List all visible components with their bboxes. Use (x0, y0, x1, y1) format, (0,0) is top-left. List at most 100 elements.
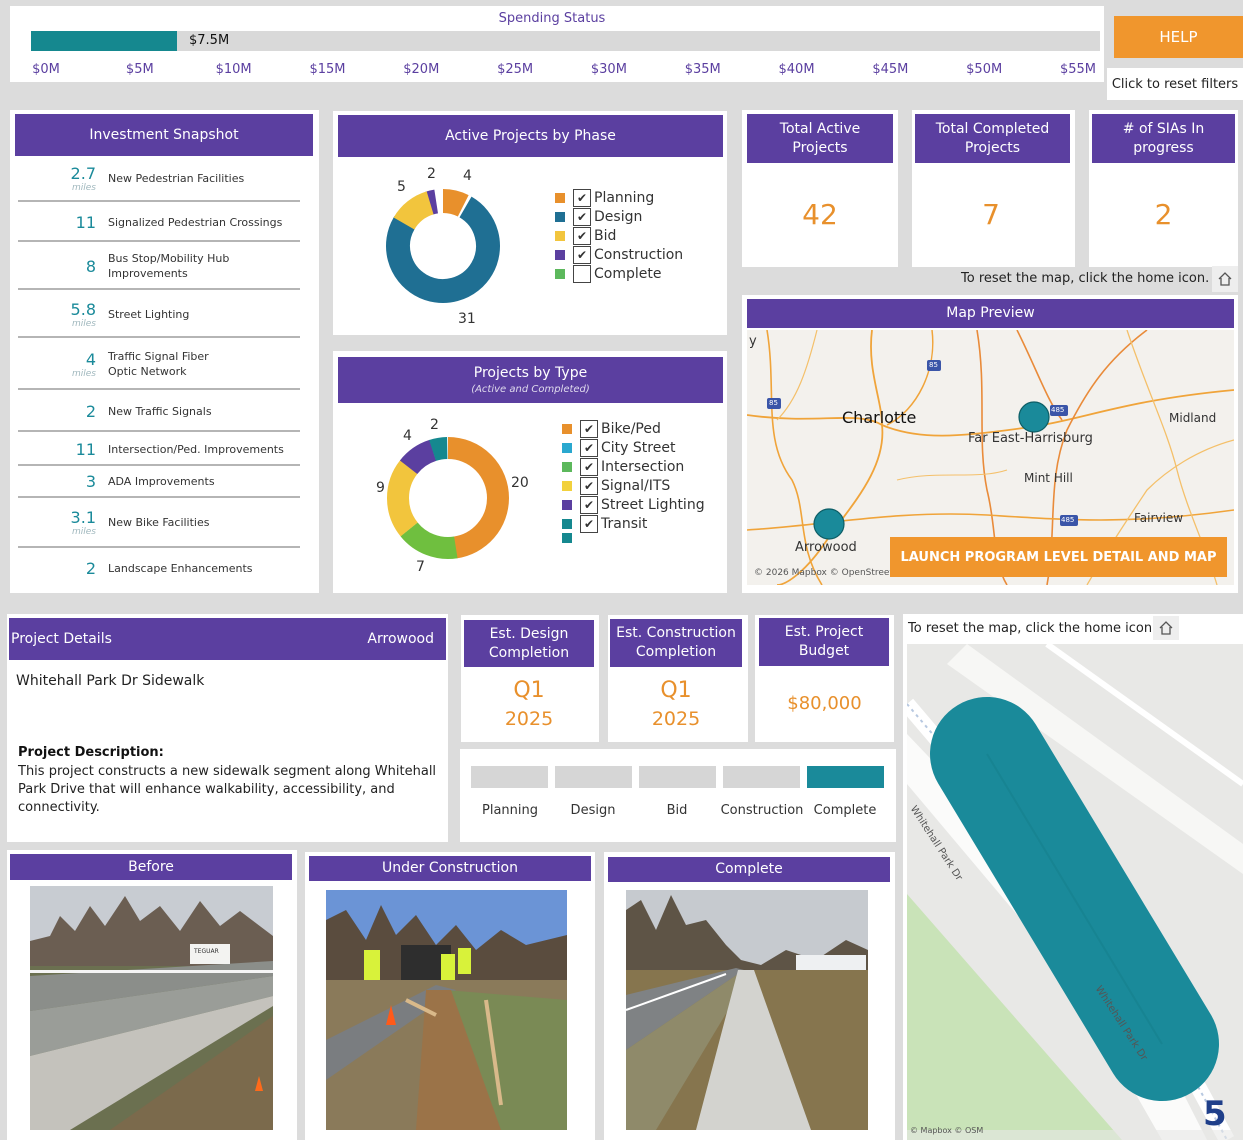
kpi-sias: # of SIAs In progress 2 (1089, 110, 1238, 267)
snapshot-value: 2 (18, 561, 108, 577)
investment-snapshot-title: Investment Snapshot (15, 114, 313, 156)
type-legend-item[interactable]: ✔ Intersection (562, 458, 684, 476)
map-shield-485a: 485 (1051, 406, 1065, 414)
snapshot-row: 11 Intersection/Ped. Improvements (18, 436, 300, 466)
snapshot-number: 3 (85, 472, 96, 491)
detail-map-attribution: © Mapbox © OSM (910, 1126, 984, 1135)
legend-checkbox[interactable] (573, 265, 591, 283)
snapshot-number: 5.8 (70, 299, 96, 319)
help-button[interactable]: HELP (1114, 16, 1243, 58)
map-attribution: © 2026 Mapbox © OpenStreetMap (754, 568, 912, 578)
detail-map-panel: To reset the map, click the home icon. W… (903, 614, 1243, 1140)
snapshot-label: Street Lighting (108, 307, 190, 321)
page-number: 5 (1203, 1094, 1227, 1134)
legend-label: Bike/Ped (601, 421, 661, 437)
snapshot-unit: miles (72, 526, 96, 537)
investment-snapshot-panel: Investment Snapshot 2.7 miles New Pedestri… (10, 110, 319, 593)
snapshot-value: 8 (18, 259, 108, 275)
project-description: This project constructs a new sidewalk s… (18, 764, 437, 816)
type-legend-item[interactable]: ✔ Signal/ITS (562, 477, 670, 495)
phase-legend-item[interactable]: Complete (555, 265, 661, 283)
snapshot-row: 8 Bus Stop/Mobility Hub Improvements (18, 246, 300, 290)
spending-axis-tick: $35M (684, 62, 721, 77)
legend-checkbox[interactable]: ✔ (580, 515, 598, 533)
map-label-charlotte: Charlotte (842, 408, 917, 427)
type-legend-item[interactable]: ✔ Transit (562, 515, 647, 533)
snapshot-value: 3 (18, 474, 108, 490)
type-legend-item[interactable]: ✔ City Street (562, 439, 675, 457)
phase-legend-item[interactable]: ✔ Planning (555, 189, 654, 207)
legend-checkbox[interactable]: ✔ (573, 189, 591, 207)
snapshot-label: Traffic Signal Fiber Optic Network (108, 350, 209, 378)
photo-construction-image[interactable] (326, 890, 567, 1130)
snapshot-number: 2 (85, 402, 96, 421)
snapshot-row: 11 Signalized Pedestrian Crossings (18, 206, 300, 242)
phase-legend-item[interactable]: ✔ Design (555, 208, 642, 226)
est-budget-value: $80,000 (787, 693, 862, 714)
map-shield-85b: 85 (769, 399, 778, 407)
type-legend-item[interactable]: ✔ Bike/Ped (562, 420, 661, 438)
detail-map-canvas[interactable]: Whitehall Park Dr Whitehall Park Dr © Ma… (907, 644, 1243, 1140)
phase-legend-item[interactable]: ✔ Construction (555, 246, 683, 264)
home-icon[interactable] (1212, 266, 1238, 292)
detail-home-icon[interactable] (1153, 616, 1179, 640)
photo-before-title: Before (10, 854, 292, 880)
phase-step-bar (807, 766, 884, 788)
legend-swatch (562, 533, 572, 543)
photo-complete-image[interactable] (626, 890, 868, 1130)
snapshot-number: 8 (85, 257, 96, 276)
project-details-title: Project Details (11, 631, 112, 647)
legend-checkbox[interactable]: ✔ (573, 208, 591, 226)
snapshot-row: 3 ADA Improvements (18, 468, 300, 498)
snapshot-label: ADA Improvements (108, 474, 215, 488)
legend-label: Bid (594, 228, 617, 244)
reset-map-hint: To reset the map, click the home icon. (961, 271, 1210, 286)
phase-label-construction: 2 (427, 166, 436, 182)
photo-before-panel: Before TEGUAR (7, 850, 297, 1140)
snapshot-label: Landscape Enhancements (108, 561, 253, 575)
map-shield-85a: 85 (929, 361, 938, 369)
project-name: Whitehall Park Dr Sidewalk (16, 673, 205, 689)
snapshot-value: 4 miles (18, 351, 108, 379)
photo-construction-title: Under Construction (309, 856, 591, 881)
legend-swatch (562, 500, 572, 510)
photo-before-image[interactable]: TEGUAR (30, 886, 273, 1130)
reset-filters-button[interactable]: Click to reset filters (1107, 68, 1243, 100)
legend-swatch (562, 519, 572, 529)
spending-value-label: $7.5M (189, 33, 230, 48)
legend-checkbox[interactable]: ✔ (580, 420, 598, 438)
launch-detail-button[interactable]: LAUNCH PROGRAM LEVEL DETAIL AND MAP (890, 537, 1227, 577)
project-location: Arrowood (367, 631, 434, 647)
spending-bar-fill (31, 31, 177, 51)
legend-checkbox[interactable]: ✔ (580, 458, 598, 476)
phase-chart-title: Active Projects by Phase (338, 115, 723, 157)
launch-detail-label: LAUNCH PROGRAM LEVEL DETAIL AND MAP (900, 549, 1217, 565)
legend-checkbox[interactable]: ✔ (580, 439, 598, 457)
legend-checkbox[interactable]: ✔ (580, 477, 598, 495)
phase-legend-item[interactable]: ✔ Bid (555, 227, 616, 245)
spending-status-title: Spending Status (498, 11, 606, 26)
snapshot-value: 5.8 miles (18, 299, 108, 329)
phase-step-bar (639, 766, 716, 788)
snapshot-row: 2 New Traffic Signals (18, 394, 300, 432)
snapshot-value: 3.1 miles (18, 509, 108, 537)
legend-checkbox[interactable]: ✔ (580, 496, 598, 514)
photo-complete-panel: Complete (604, 852, 895, 1140)
phase-step-label: Complete (813, 803, 877, 818)
kpi-active-value: 42 (802, 198, 838, 231)
kpi-sias-title: # of SIAs In progress (1092, 114, 1235, 163)
legend-checkbox[interactable]: ✔ (573, 227, 591, 245)
legend-checkbox[interactable]: ✔ (573, 246, 591, 264)
map-marker-arrowood[interactable] (813, 508, 845, 540)
phase-donut (386, 189, 500, 303)
map-label-fairview: Fairview (1134, 511, 1184, 525)
spending-axis-tick: $5M (125, 62, 154, 77)
phase-chart-panel: Active Projects by Phase 4 31 5 2 ✔ Plann… (333, 111, 727, 335)
est-design-title: Est. Design Completion (464, 620, 594, 667)
type-legend-item[interactable]: ✔ Street Lighting (562, 496, 705, 514)
map-marker-far-east[interactable] (1018, 401, 1050, 433)
photo-complete-title: Complete (608, 857, 890, 882)
map-preview-canvas[interactable]: y 85 85 485 485 Charlotte Far East-Harri… (747, 330, 1234, 585)
detail-reset-hint: To reset the map, click the home icon. (908, 621, 1157, 636)
snapshot-label: Bus Stop/Mobility Hub Improvements (108, 252, 230, 280)
